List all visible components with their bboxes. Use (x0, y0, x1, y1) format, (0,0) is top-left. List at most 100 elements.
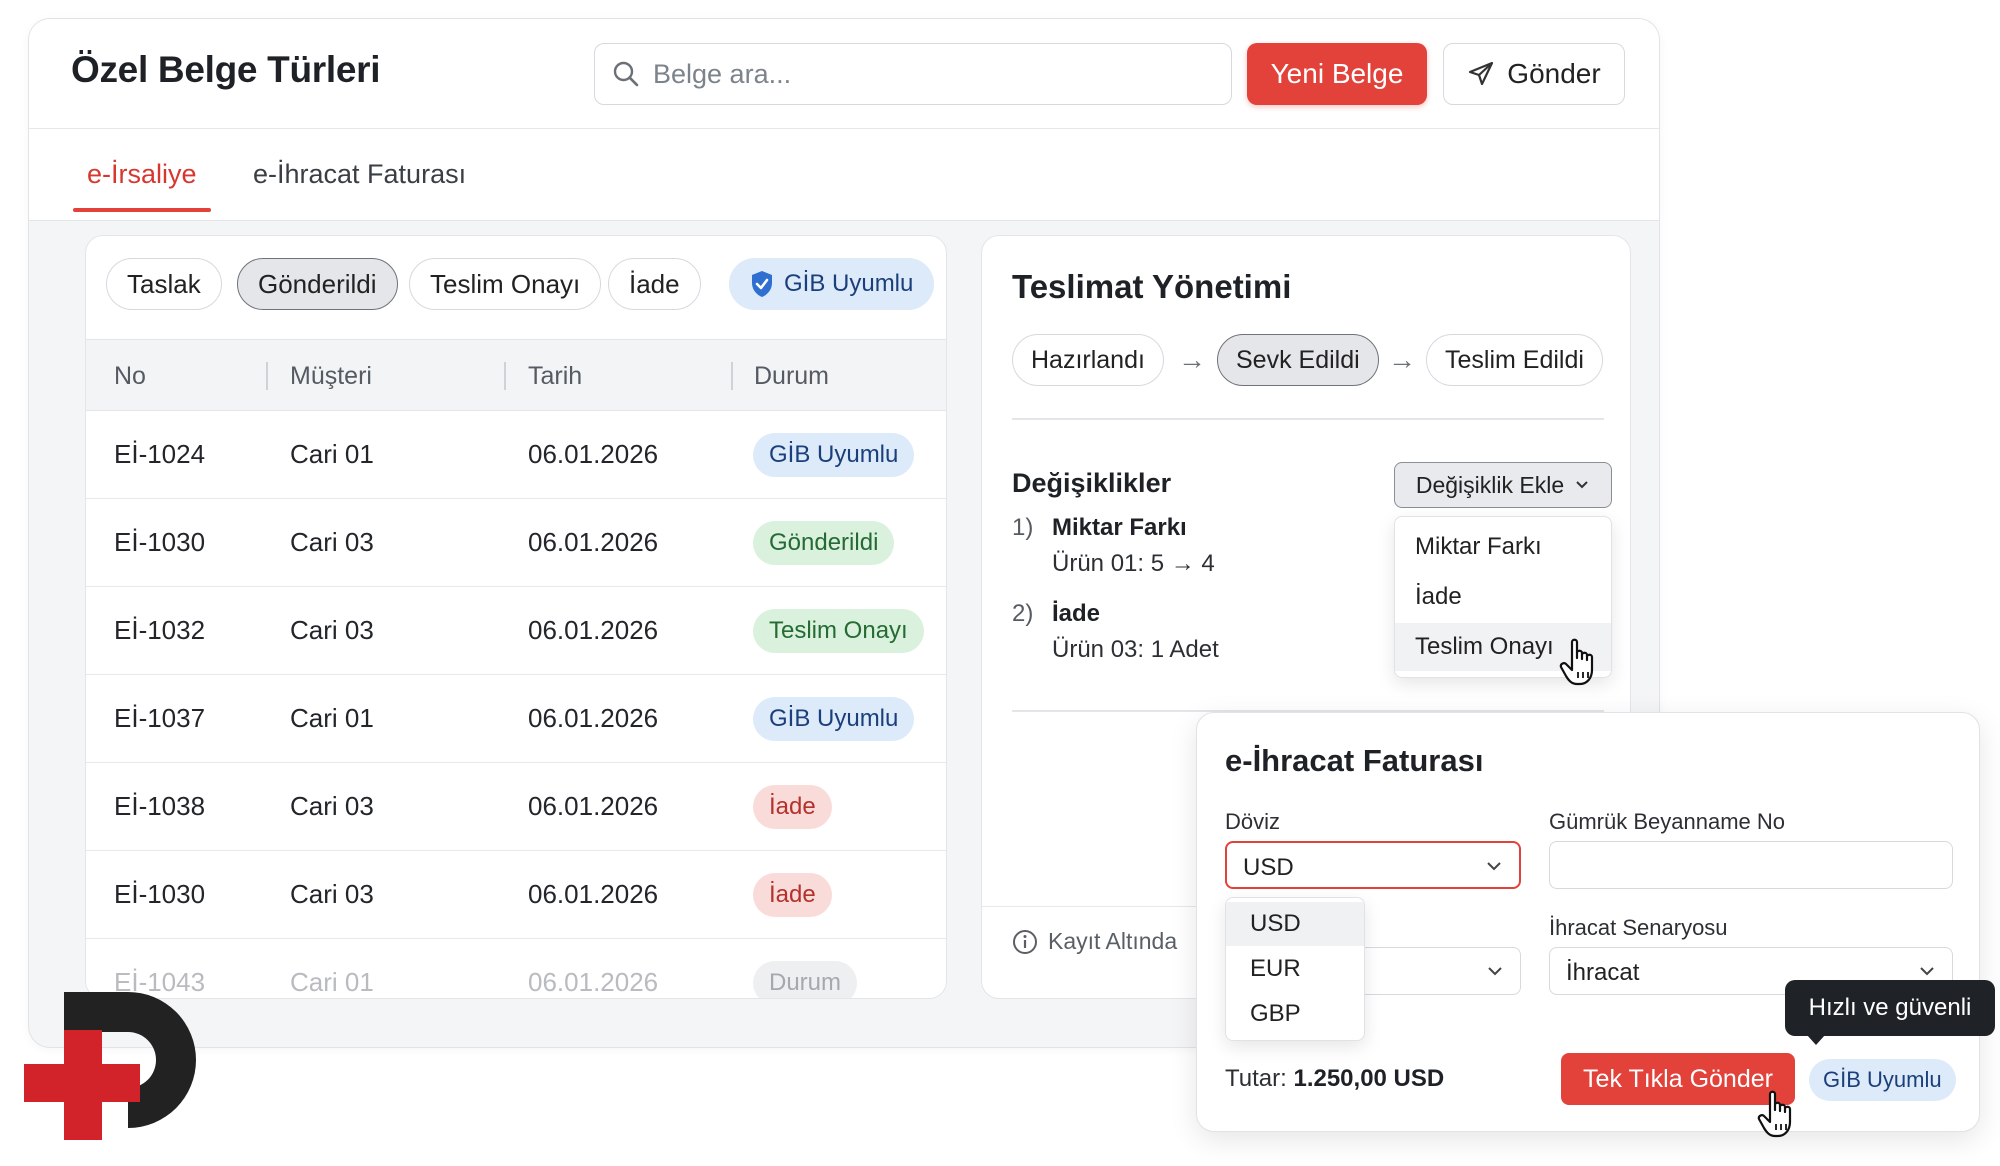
table-header: No Müşteri Tarih Durum (86, 339, 946, 411)
change-number: 2) (1012, 600, 1034, 627)
cell-date: 06.01.2026 (528, 527, 659, 557)
tab-e-irsaliye[interactable]: e-İrsaliye (73, 159, 211, 212)
send-button-label: Gönder (1507, 58, 1601, 89)
page-title: Özel Belge Türleri (71, 49, 381, 90)
currency-dropdown: USD EUR GBP (1225, 897, 1365, 1041)
menu-item-miktar-farki[interactable]: Miktar Farkı (1395, 523, 1611, 571)
send-icon (1469, 61, 1494, 86)
export-invoice-panel: e-İhracat Faturası Döviz USD Gümrük Beya… (1196, 712, 1980, 1132)
changes-title: Değişiklikler (1012, 468, 1172, 498)
chevron-down-icon (1488, 967, 1502, 976)
status-badge: İade (753, 873, 832, 917)
scenario-label: İhracat Senaryosu (1549, 915, 1728, 940)
cell-no: Eİ-1038 (114, 791, 206, 821)
column-divider (266, 362, 268, 390)
brand-logo (24, 992, 196, 1140)
change-number: 1) (1012, 514, 1034, 541)
shield-check-icon (752, 271, 772, 297)
export-invoice-title: e-İhracat Faturası (1225, 743, 1484, 778)
filter-chip-teslim-onayi[interactable]: Teslim Onayı (409, 258, 602, 310)
cell-customer: Cari 03 (290, 791, 374, 821)
menu-item-iade[interactable]: İade (1395, 573, 1611, 621)
table-row[interactable]: Eİ-1024 Cari 01 06.01.2026 GİB Uyumlu (86, 411, 946, 499)
send-button[interactable]: Gönder (1443, 43, 1625, 105)
scenario-value: İhracat (1566, 959, 1640, 986)
gib-chip-label: GİB Uyumlu (784, 270, 914, 297)
column-header-customer[interactable]: Müşteri (290, 362, 372, 391)
cell-no: Eİ-1030 (114, 527, 206, 557)
currency-option-eur[interactable]: EUR (1226, 947, 1364, 991)
total-value: 1.250,00 USD (1293, 1065, 1445, 1092)
cell-date: 06.01.2026 (528, 439, 659, 469)
step-teslim-edildi[interactable]: Teslim Edildi (1426, 334, 1603, 386)
currency-option-gbp[interactable]: GBP (1226, 992, 1364, 1036)
currency-option-usd[interactable]: USD (1226, 902, 1364, 946)
gib-compliant-badge: GİB Uyumlu (1809, 1059, 1956, 1101)
document-table-panel: Taslak Gönderildi Teslim Onayı İade GİB … (85, 235, 947, 999)
gib-compliant-chip[interactable]: GİB Uyumlu (729, 258, 935, 310)
currency-label: Döviz (1225, 809, 1281, 834)
table-row[interactable]: Eİ-1038 Cari 03 06.01.2026 İade (86, 763, 946, 851)
step-sevk-edildi[interactable]: Sevk Edildi (1217, 334, 1379, 386)
cell-date: 06.01.2026 (528, 615, 659, 645)
status-badge: İade (753, 785, 832, 829)
status-badge: GİB Uyumlu (753, 433, 915, 477)
change-title: Miktar Farkı (1052, 514, 1187, 541)
arrow-right-icon: → (1178, 344, 1206, 375)
chevron-down-icon (1576, 481, 1588, 489)
filter-chip-gonderildi[interactable]: Gönderildi (237, 258, 398, 310)
search-box[interactable] (594, 43, 1232, 105)
record-note-text: Kayıt Altında (1048, 928, 1178, 954)
tooltip: Hızlı ve güvenli (1785, 980, 1995, 1045)
currency-value: USD (1243, 854, 1294, 881)
chevron-down-icon (1920, 967, 1934, 976)
add-change-button[interactable]: Değişiklik Ekle (1394, 462, 1612, 508)
search-input[interactable] (653, 44, 1213, 104)
cell-no: Eİ-1024 (114, 439, 206, 469)
customs-label: Gümrük Beyanname No (1549, 809, 1785, 834)
column-header-no[interactable]: No (114, 362, 146, 391)
divider (1012, 418, 1604, 420)
chevron-down-icon (1487, 862, 1501, 871)
table-row[interactable]: Eİ-1037 Cari 01 06.01.2026 GİB Uyumlu (86, 675, 946, 763)
change-title: İade (1052, 600, 1101, 627)
tab-e-ihracat-faturasi[interactable]: e-İhracat Faturası (253, 159, 466, 212)
hand-cursor-icon (1559, 638, 1594, 686)
column-divider (731, 362, 733, 390)
cell-date: 06.01.2026 (528, 879, 659, 909)
currency-select[interactable]: USD (1225, 841, 1521, 889)
delivery-title: Teslimat Yönetimi (1012, 268, 1292, 305)
table-row[interactable]: Eİ-1043 Cari 01 06.01.2026 Durum (86, 939, 946, 998)
filter-chip-iade[interactable]: İade (608, 258, 701, 310)
table-row[interactable]: Eİ-1030 Cari 03 06.01.2026 İade (86, 851, 946, 939)
column-divider (504, 362, 506, 390)
filter-chip-taslak[interactable]: Taslak (106, 258, 222, 310)
change-detail: Ürün 03: 1 Adet (1052, 636, 1219, 663)
search-icon (613, 61, 639, 87)
status-badge: Gönderildi (753, 521, 895, 565)
status-badge: Durum (753, 961, 858, 998)
cell-customer: Cari 01 (290, 703, 374, 733)
table-row[interactable]: Eİ-1030 Cari 03 06.01.2026 Gönderildi (86, 499, 946, 587)
cell-date: 06.01.2026 (528, 703, 659, 733)
top-bar: Özel Belge Türleri Yeni Belge Gönder (29, 19, 1659, 129)
cell-no: Eİ-1032 (114, 615, 206, 645)
column-header-status[interactable]: Durum (754, 362, 829, 391)
cell-no: Eİ-1037 (114, 703, 206, 733)
status-badge: Teslim Onayı (753, 609, 924, 653)
arrow-right-icon: → (1388, 344, 1416, 375)
column-header-date[interactable]: Tarih (528, 362, 582, 391)
cell-customer: Cari 03 (290, 879, 374, 909)
cell-customer: Cari 01 (290, 439, 374, 469)
status-badge: GİB Uyumlu (753, 697, 915, 741)
new-document-button[interactable]: Yeni Belge (1247, 43, 1427, 105)
cell-date: 06.01.2026 (528, 791, 659, 821)
change-detail: Ürün 01: 5 → 4 (1052, 550, 1215, 577)
tab-bar: e-İrsaliye e-İhracat Faturası (29, 129, 1659, 221)
record-note: Kayıt Altında (1012, 928, 1177, 955)
table-row[interactable]: Eİ-1032 Cari 03 06.01.2026 Teslim Onayı (86, 587, 946, 675)
info-icon (1013, 929, 1037, 954)
customs-number-field[interactable] (1549, 841, 1953, 889)
step-hazirlandi[interactable]: Hazırlandı (1012, 334, 1164, 386)
cell-date: 06.01.2026 (528, 967, 659, 997)
